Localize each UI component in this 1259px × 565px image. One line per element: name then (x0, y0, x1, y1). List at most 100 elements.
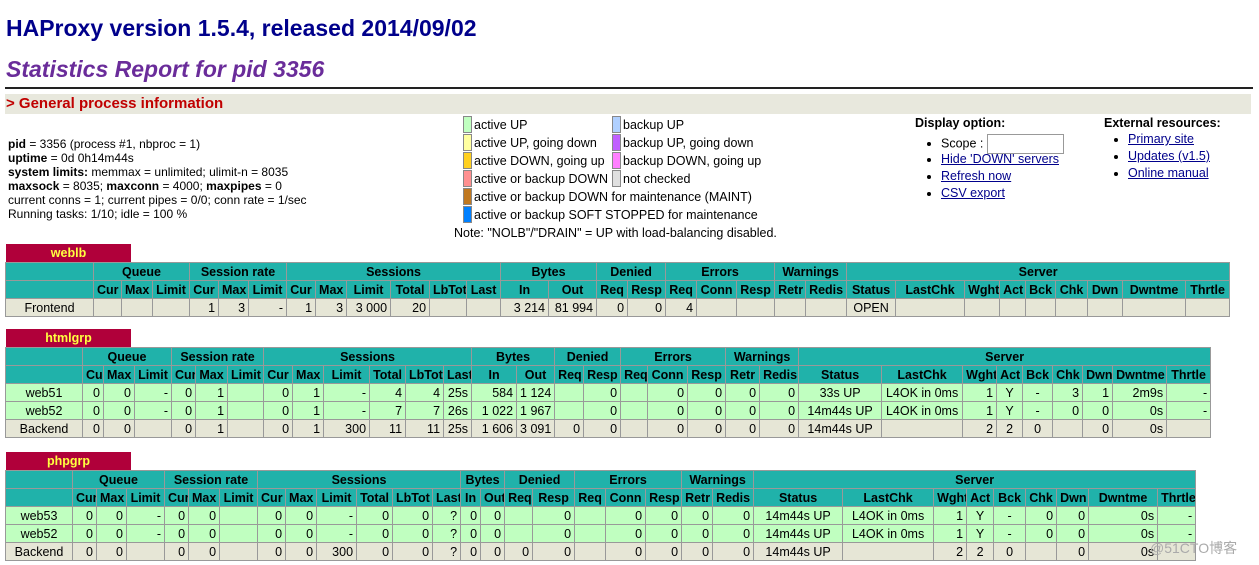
table-cell: 1 022 (471, 401, 518, 420)
header-blank (5, 347, 83, 366)
refresh-link[interactable]: Refresh now (941, 169, 1011, 183)
table-cell: 2 (933, 542, 968, 561)
header-group: Queue (92, 262, 191, 281)
header-column: Max (218, 280, 250, 299)
online-manual-link[interactable]: Online manual (1128, 166, 1209, 180)
header-column: Chk (1055, 280, 1089, 299)
table-cell: Y (996, 401, 1024, 420)
header-column: Out (548, 280, 598, 299)
table-cell (574, 542, 607, 561)
header-column: Req (620, 365, 649, 384)
table-cell: Y (966, 506, 995, 525)
table-cell (774, 298, 807, 317)
table-cell: 33s UP (798, 383, 883, 402)
legend-label: active UP, going down (474, 136, 597, 150)
updates-link[interactable]: Updates (v1.5) (1128, 149, 1210, 163)
table-cell: 0 (257, 524, 287, 543)
header-column: Cur (257, 488, 287, 507)
legend-swatch (612, 134, 621, 151)
table-cell: 1 (962, 401, 998, 420)
process-info-key: maxconn (106, 179, 160, 193)
table-cell: Y (966, 524, 995, 543)
table-cell: 0 (72, 524, 97, 543)
header-column: Req (554, 365, 585, 384)
proxy-name-tab[interactable]: htmlgrp (6, 329, 131, 348)
header-column: Total (356, 488, 394, 507)
row-name: Backend (5, 419, 83, 438)
external-resources: External resources: Primary site Updates… (1104, 116, 1221, 182)
table-cell: - (1022, 383, 1054, 402)
display-options: Display option: Scope : Hide 'DOWN' serv… (915, 116, 1064, 202)
header-column: Dwntme (1122, 280, 1187, 299)
table-row: web51 0 0-0 1 0 1-4 4 25s 584 1 124 0 0 0 0 0 33s UP L4O… (5, 383, 1212, 402)
table-cell: 0 (605, 524, 647, 543)
header-column: In (471, 365, 518, 384)
table-cell: 0 (392, 542, 434, 561)
table-cell: 0 (103, 383, 135, 402)
table-cell: - (248, 298, 288, 317)
header-group: Warnings (725, 347, 800, 366)
table-cell: 0 (647, 419, 689, 438)
header-column: Bck (1025, 280, 1057, 299)
table-cell: 2 (962, 419, 998, 438)
table-cell: - (1166, 383, 1212, 402)
table-row: Backend 0 0 0 1 0 1 300 11 11 25s 1 606 3 091 0 0 0 0 0 0 1… (5, 419, 1212, 438)
table-cell: 1 (195, 383, 229, 402)
header-group: Session rate (171, 347, 265, 366)
header-column: Max (96, 488, 127, 507)
table-cell: - (125, 524, 166, 543)
primary-site-link[interactable]: Primary site (1128, 132, 1194, 146)
header-column: Conn (647, 365, 689, 384)
table-cell: 0 (96, 524, 127, 543)
proxy-name-tab[interactable]: weblb (6, 244, 131, 263)
legend-swatch (463, 116, 472, 133)
table-cell (504, 524, 534, 543)
table-cell: 0 (480, 542, 506, 561)
legend-swatch (463, 206, 472, 223)
csv-export-link[interactable]: CSV export (941, 186, 1005, 200)
header-group: Sessions (263, 347, 473, 366)
header-group: Warnings (681, 470, 755, 489)
header-column: Retr (774, 280, 807, 299)
hide-down-link[interactable]: Hide 'DOWN' servers (941, 152, 1059, 166)
header-column: Wght (933, 488, 968, 507)
process-info-key: maxpipes (206, 179, 262, 193)
header-blank (5, 365, 83, 384)
header-column: Limit (133, 365, 173, 384)
header-column: Out (480, 488, 506, 507)
legend-swatch (463, 170, 472, 187)
table-cell (1122, 298, 1187, 317)
table-cell: 0 (687, 419, 727, 438)
header-column: In (500, 280, 550, 299)
header-column: Thrtle (1157, 488, 1197, 507)
legend-label: backup UP (623, 118, 685, 132)
header-column: Limit (316, 488, 358, 507)
watermark: @51CTO博客 (1150, 540, 1238, 556)
table-cell (620, 401, 649, 420)
table-cell: - (316, 524, 358, 543)
table-cell (93, 298, 122, 317)
table-cell: 1 (962, 383, 998, 402)
header-group: Server (846, 262, 1231, 281)
header-column: In (460, 488, 482, 507)
table-cell: 1 (195, 419, 229, 438)
proxy-name-tab[interactable]: phpgrp (6, 452, 131, 471)
table-cell: 4 (405, 383, 445, 402)
table-cell: 0 (1025, 524, 1058, 543)
table-cell: 0 (504, 542, 534, 561)
header-column: Thrtle (1166, 365, 1212, 384)
external-resources-title: External resources: (1104, 116, 1221, 130)
header-column: Retr (681, 488, 714, 507)
legend-note: Note: "NOLB"/"DRAIN" = UP with load-bala… (454, 226, 777, 240)
header-group: Bytes (471, 347, 556, 366)
table-cell (881, 419, 964, 438)
header-column: Dwn (1056, 488, 1090, 507)
table-cell (620, 383, 649, 402)
table-cell (133, 419, 173, 438)
table-cell: L4OK in 0ms (881, 383, 964, 402)
page-subtitle: Statistics Report for pid 3356 (6, 56, 325, 82)
header-column: Limit (219, 488, 259, 507)
table-cell: - (1166, 401, 1212, 420)
table-cell (125, 542, 166, 561)
table-cell: 0 (645, 524, 683, 543)
